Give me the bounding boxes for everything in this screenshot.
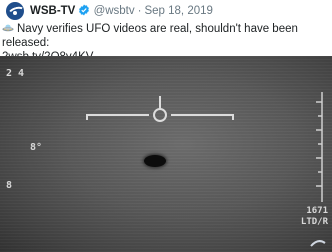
hud-text-mid-left: 8° — [30, 142, 43, 153]
meta-separator: · — [137, 5, 142, 17]
wsb-logo-dot — [13, 11, 17, 15]
hud-text-bottom-right: 1671 LTD/R — [301, 206, 328, 228]
author-handle[interactable]: @wsbtv — [94, 5, 135, 17]
tweet-meta: WSB-TV @wsbtv · Sep 18, 2019 — [30, 4, 213, 20]
flying-saucer-emoji-icon — [2, 22, 14, 34]
wsb-watermark-logo-icon — [310, 240, 326, 247]
avatar[interactable] — [6, 2, 24, 20]
targeting-reticle-icon — [86, 96, 234, 122]
hud-text-bottom-left: 8 — [6, 180, 13, 191]
hud-right-line2: LTD/R — [300, 217, 328, 227]
video-thumbnail[interactable]: 2 4 8° 8 1671 LTD/R — [0, 56, 332, 252]
hud-right-line1: 1671 — [306, 206, 328, 216]
hud-text-top-left: 2 4 — [6, 68, 25, 79]
elevation-scale-icon — [316, 92, 323, 202]
tweet-body: Navy verifies UFO videos are real, shoul… — [2, 23, 298, 49]
tweet-date[interactable]: Sep 18, 2019 — [144, 5, 212, 17]
ufo-object — [144, 155, 166, 167]
author-name[interactable]: WSB-TV — [30, 5, 75, 17]
video-noise-overlay — [0, 56, 332, 252]
verified-badge-icon — [78, 4, 90, 20]
